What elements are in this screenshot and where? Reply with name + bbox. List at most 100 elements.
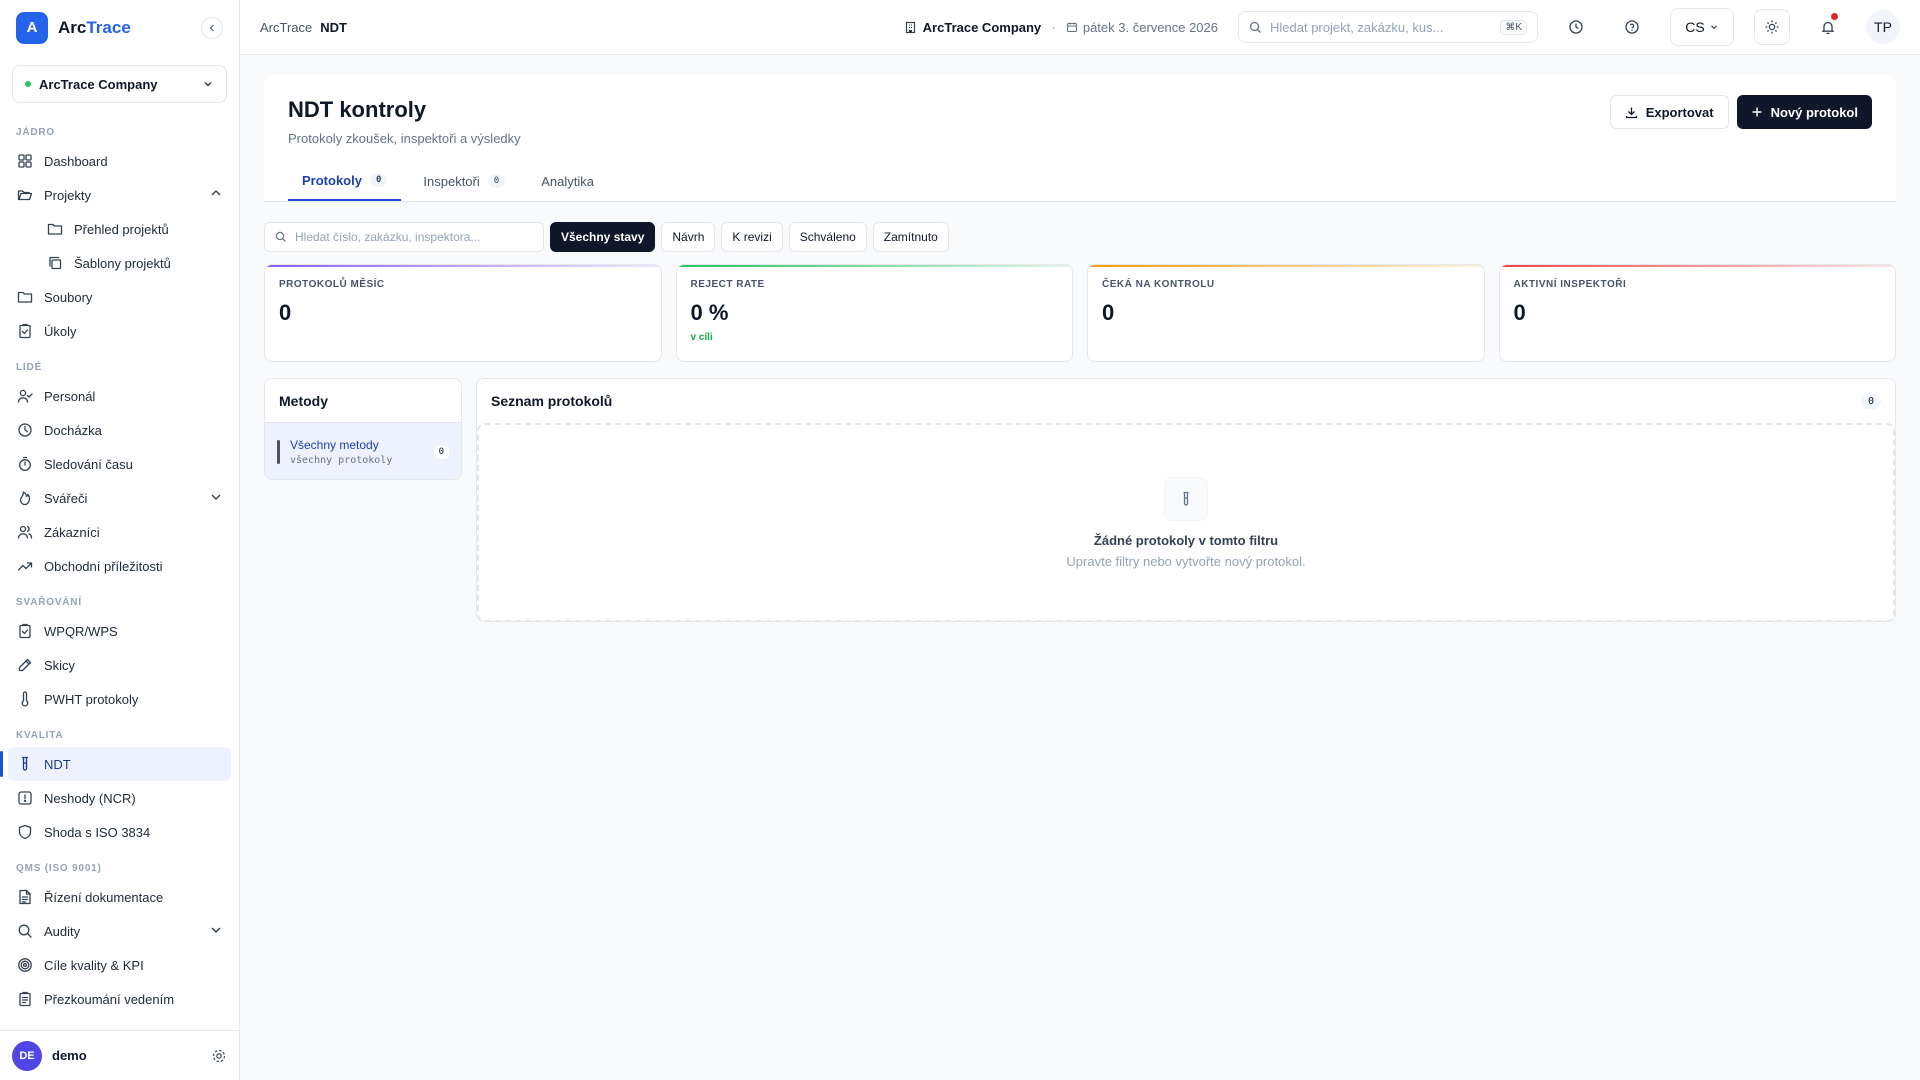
new-protocol-button[interactable]: Nový protokol <box>1736 95 1872 129</box>
empty-state: Žádné protokoly v tomto filtru Upravte f… <box>477 423 1895 622</box>
sidebar-item-sledovani-casu[interactable]: Sledování času <box>8 447 231 481</box>
stat-reject-rate: REJECT RATE 0 % v cíli <box>675 264 1073 362</box>
sidebar-item-cile-kvality-kpi[interactable]: Cíle kvality & KPI <box>8 948 231 982</box>
tab-inspektori[interactable]: Inspektoři 0 <box>409 161 519 201</box>
sidebar-item-soubory[interactable]: Soubory <box>8 280 231 314</box>
chevron-down-icon[interactable] <box>209 923 223 940</box>
filter-chip-rejected[interactable]: Zamítnuto <box>872 222 949 252</box>
user-avatar[interactable]: TP <box>1866 10 1900 44</box>
sidebar-item-audity[interactable]: Audity <box>8 914 231 948</box>
avatar[interactable]: DE <box>12 1040 42 1071</box>
sidebar-item-label: Řízení dokumentace <box>44 889 164 905</box>
filter-chip-review[interactable]: K revizi <box>721 222 783 252</box>
history-button[interactable] <box>1558 9 1594 45</box>
stat-accent-bar <box>676 265 1072 267</box>
breadcrumb-root[interactable]: ArcTrace <box>260 20 312 35</box>
empty-state-subtitle: Upravte filtry nebo vytvořte nový protok… <box>1066 553 1306 569</box>
method-title: Všechny metody <box>290 437 379 452</box>
clipboard-check-icon <box>16 622 34 640</box>
sidebar-item-rizeni-dokumentace[interactable]: Řízení dokumentace <box>8 880 231 914</box>
nav-section-title: QMS (ISO 9001) <box>16 863 102 874</box>
sidebar-item-dashboard[interactable]: Dashboard <box>8 144 231 178</box>
pen-icon <box>16 656 34 674</box>
test-tube-icon <box>1183 491 1189 506</box>
sidebar-item-prezkoumani-vedenim[interactable]: Přezkoumání vedením <box>8 982 231 1016</box>
global-search-input[interactable]: Hledat projekt, zakázku, kus... ⌘K <box>1238 11 1538 43</box>
bell-icon <box>1821 21 1835 35</box>
sidebar-item-prehled-projektu[interactable]: Přehled projektů <box>8 212 231 246</box>
copy-icon <box>46 254 64 272</box>
help-button[interactable] <box>1614 9 1650 45</box>
thermometer-icon <box>16 690 34 708</box>
nav-section-title: KVALITA <box>16 730 64 741</box>
sidebar-item-label: Šablony projektů <box>74 255 171 271</box>
brand-logo[interactable]: A <box>16 11 48 44</box>
sidebar-item-ukoly[interactable]: Úkoly <box>8 314 231 348</box>
company-select[interactable]: ArcTrace Company <box>12 65 227 103</box>
sidebar-item-sablony-projektu[interactable]: Šablony projektů <box>8 246 231 280</box>
sidebar-item-ndt[interactable]: NDT <box>0 747 231 781</box>
protocols-count-badge: 0 <box>1860 393 1881 409</box>
breadcrumb-current: NDT <box>320 19 347 35</box>
lower-section: Metody Všechny metody všechny protokoly … <box>264 378 1896 622</box>
notifications-button[interactable] <box>1810 9 1846 45</box>
protocols-panel: Seznam protokolů 0 Žádné protokoly v tom… <box>476 378 1896 622</box>
calendar-icon <box>1066 22 1077 33</box>
brand-name[interactable]: ArcTrace <box>58 18 191 38</box>
export-label: Exportovat <box>1645 104 1714 120</box>
top-date: pátek 3. července 2026 <box>1066 20 1218 35</box>
sidebar-item-pwht-protokoly[interactable]: PWHT protokoly <box>8 682 231 716</box>
protocol-search-input[interactable]: Hledat číslo, zakázku, inspektora... <box>264 222 544 252</box>
stat-label: REJECT RATE <box>690 279 765 290</box>
filter-chip-all[interactable]: Všechny stavy <box>550 222 656 252</box>
theme-toggle[interactable] <box>1754 9 1790 45</box>
page-subtitle: Protokoly zkoušek, inspektoři a výsledky <box>288 131 521 146</box>
top-separator: · <box>1051 19 1056 35</box>
tab-analytika[interactable]: Analytika <box>527 161 608 201</box>
sidebar-item-skicy[interactable]: Skicy <box>8 648 231 682</box>
stat-active-inspectors: AKTIVNÍ INSPEKTOŘI 0 <box>1498 264 1896 362</box>
sidebar-item-label: Soubory <box>44 289 93 305</box>
search-icon <box>1249 21 1261 33</box>
folder-icon <box>46 220 64 238</box>
chevron-up-icon[interactable] <box>209 187 223 204</box>
building-icon <box>905 21 915 33</box>
chevron-down-icon[interactable] <box>209 490 223 507</box>
sidebar-item-obchodni-prilezitosti[interactable]: Obchodní příležitosti <box>8 549 231 583</box>
sidebar-item-svareci[interactable]: Svářeči <box>8 481 231 515</box>
stat-label: AKTIVNÍ INSPEKTOŘI <box>1513 279 1627 290</box>
tab-protokoly[interactable]: Protokoly 0 <box>288 161 402 201</box>
shortcut-badge: ⌘K <box>1500 19 1527 35</box>
empty-state-title: Žádné protokoly v tomto filtru <box>1093 532 1279 548</box>
filter-chip-draft[interactable]: Návrh <box>661 222 716 252</box>
export-button[interactable]: Exportovat <box>1609 95 1729 129</box>
trending-up-icon <box>16 557 34 575</box>
chevron-left-icon <box>209 24 214 31</box>
brand: A ArcTrace <box>0 0 239 55</box>
settings-icon[interactable] <box>211 1048 227 1064</box>
sidebar-item-label: Sledování času <box>44 456 133 472</box>
language-value: CS <box>1685 19 1705 35</box>
sidebar-item-zakaznici[interactable]: Zákazníci <box>8 515 231 549</box>
collapse-sidebar-button[interactable] <box>201 16 223 39</box>
sidebar-item-label: PWHT protokoly <box>44 691 139 707</box>
stat-note: v cíli <box>690 332 713 343</box>
language-select[interactable]: CS <box>1670 8 1734 46</box>
sidebar-item-neshody-ncr[interactable]: Neshody (NCR) <box>8 781 231 815</box>
sidebar-item-personal[interactable]: Personál <box>8 379 231 413</box>
tab-label: Analytika <box>541 173 594 189</box>
sidebar-item-label: Cíle kvality & KPI <box>44 957 144 973</box>
help-icon <box>1625 20 1639 34</box>
method-item-all[interactable]: Všechny metody všechny protokoly 0 <box>265 423 461 479</box>
empty-state-icon-box <box>1164 476 1208 521</box>
sidebar-item-wpqr-wps[interactable]: WPQR/WPS <box>8 614 231 648</box>
sidebar-item-projekty[interactable]: Projekty <box>8 178 231 212</box>
sidebar-item-dochazka[interactable]: Docházka <box>8 413 231 447</box>
filter-chip-approved[interactable]: Schváleno <box>788 222 867 252</box>
breadcrumb: ArcTrace NDT <box>260 20 894 35</box>
plus-icon <box>1752 107 1762 117</box>
new-protocol-label: Nový protokol <box>1770 104 1858 120</box>
stat-accent-bar <box>1499 265 1895 267</box>
sidebar-item-label: Přezkoumání vedením <box>44 991 175 1007</box>
sidebar-item-shoda-s-iso-3834[interactable]: Shoda s ISO 3834 <box>8 815 231 849</box>
